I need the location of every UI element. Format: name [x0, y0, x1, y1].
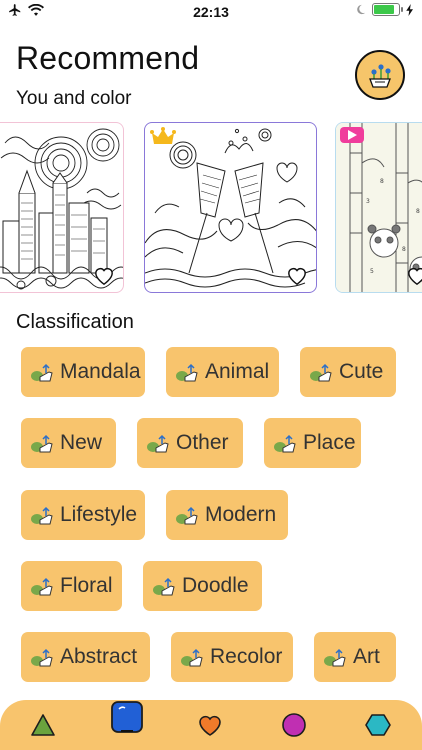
category-animal[interactable]: Animal	[166, 347, 279, 397]
category-new[interactable]: New	[21, 418, 116, 468]
heart-icon[interactable]	[93, 266, 115, 286]
svg-text:8: 8	[416, 208, 420, 215]
category-label: Lifestyle	[60, 503, 138, 526]
svg-text:5: 5	[370, 268, 374, 275]
category-label: Place	[303, 431, 356, 454]
category-icon	[31, 506, 53, 525]
category-cute[interactable]: Cute	[300, 347, 396, 397]
circle-icon	[282, 713, 306, 737]
crown-icon	[150, 127, 176, 144]
section-title: Classification	[16, 311, 134, 333]
category-label: Doodle	[182, 574, 249, 597]
triangle-icon	[31, 714, 55, 736]
category-icon	[31, 648, 53, 667]
selected-indicator	[121, 730, 133, 732]
category-art[interactable]: Art	[314, 632, 396, 682]
section-subtitle: You and color	[16, 88, 132, 109]
heart-icon[interactable]	[406, 266, 422, 286]
video-badge-icon	[340, 127, 364, 143]
moon-icon	[357, 4, 366, 15]
category-other[interactable]: Other	[137, 418, 243, 468]
hexagon-icon	[365, 714, 391, 736]
tab-bar	[0, 700, 422, 750]
category-icon	[274, 434, 296, 453]
category-label: Mandala	[60, 360, 141, 383]
category-icon	[147, 434, 169, 453]
battery-icon	[372, 3, 403, 16]
square-icon	[111, 701, 143, 733]
category-modern[interactable]: Modern	[166, 490, 288, 540]
tab-hexagon[interactable]	[356, 700, 400, 750]
category-label: Cute	[339, 360, 384, 383]
category-icon	[176, 506, 198, 525]
page-title: Recommend	[16, 40, 200, 76]
category-icon	[31, 434, 53, 453]
svg-text:8: 8	[402, 246, 406, 253]
svg-text:3: 3	[366, 198, 370, 205]
category-icon	[324, 648, 346, 667]
category-place[interactable]: Place	[264, 418, 361, 468]
category-label: New	[60, 431, 103, 454]
coloring-card-city[interactable]	[0, 122, 124, 293]
category-abstract[interactable]: Abstract	[21, 632, 150, 682]
svg-text:8: 8	[380, 178, 384, 185]
tab-triangle[interactable]	[21, 700, 65, 750]
flower-pot-icon	[369, 64, 391, 88]
category-label: Floral	[60, 574, 113, 597]
tab-square[interactable]	[105, 692, 149, 742]
category-floral[interactable]: Floral	[21, 561, 122, 611]
category-lifestyle[interactable]: Lifestyle	[21, 490, 145, 540]
coloring-card-panda[interactable]: 3 8 8 5 8	[335, 122, 422, 293]
category-icon	[153, 577, 175, 596]
category-icon	[176, 363, 198, 382]
charging-icon	[406, 3, 413, 16]
heart-icon[interactable]	[286, 266, 308, 286]
category-icon	[181, 648, 203, 667]
category-icon	[310, 363, 332, 382]
category-label: Other	[176, 431, 229, 454]
category-label: Abstract	[60, 645, 138, 668]
category-label: Animal	[205, 360, 270, 383]
tab-circle[interactable]	[272, 700, 316, 750]
category-doodle[interactable]: Doodle	[143, 561, 262, 611]
category-recolor[interactable]: Recolor	[171, 632, 293, 682]
category-label: Recolor	[210, 645, 283, 668]
category-mandala[interactable]: Mandala	[21, 347, 145, 397]
category-icon	[31, 577, 53, 596]
tab-heart[interactable]	[188, 700, 232, 750]
recommend-carousel[interactable]: 3 8 8 5 8	[0, 121, 422, 296]
category-label: Art	[353, 645, 380, 668]
coloring-card-glasses[interactable]	[144, 122, 317, 293]
category-label: Modern	[205, 503, 277, 526]
heart-icon	[199, 715, 221, 736]
category-icon	[31, 363, 53, 382]
avatar[interactable]	[355, 50, 405, 100]
status-bar: 22:13	[0, 0, 422, 22]
